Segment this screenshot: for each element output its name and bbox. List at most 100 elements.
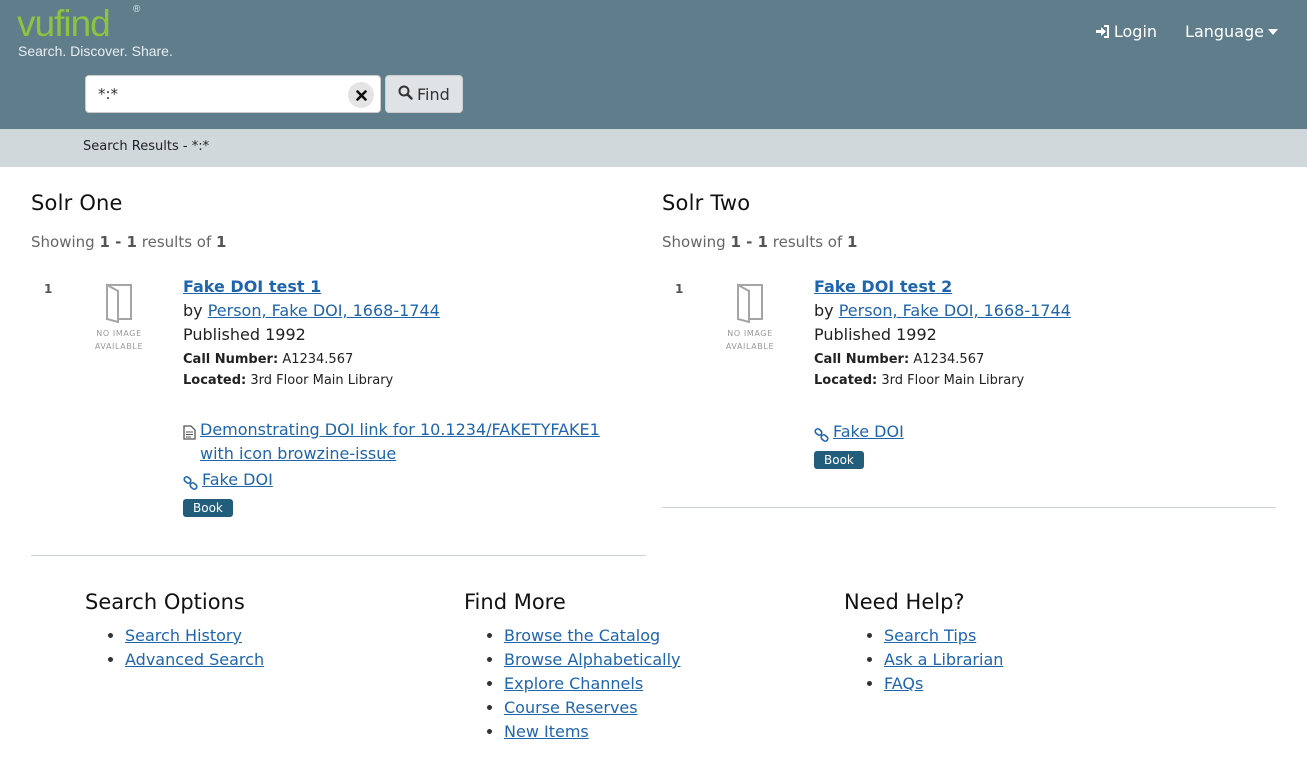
advanced-search-link[interactable]: Advanced Search	[125, 650, 264, 669]
located-value: 3rd Floor Main Library	[250, 373, 394, 388]
explore-channels-link[interactable]: Explore Channels	[504, 674, 643, 693]
top-navigation: Login Language	[1095, 22, 1278, 41]
results-count: Showing 1 - 1 results of 1	[662, 233, 1276, 251]
footer-find-more: Find More Browse the Catalog Browse Alph…	[464, 590, 681, 744]
find-button[interactable]: Find	[385, 75, 463, 113]
by-label: by	[814, 301, 834, 320]
no-image-text: NO IMAGE AVAILABLE	[89, 327, 149, 353]
record-location: Located: 3rd Floor Main Library	[814, 370, 1276, 391]
by-label: by	[183, 301, 203, 320]
no-image-line-2: AVAILABLE	[94, 342, 144, 351]
record-number: 1	[44, 282, 53, 296]
doi-link-row: Fake DOI	[183, 468, 646, 497]
clear-search-button[interactable]	[348, 82, 374, 108]
results-total: 1	[216, 233, 227, 251]
language-dropdown[interactable]: Language	[1185, 22, 1278, 41]
result-record: 1 NO IMAGE AVAILABLE Fake DOI test 1 by …	[31, 275, 646, 517]
no-image-line-1: NO IMAGE	[96, 329, 142, 338]
call-number-value: A1234.567	[282, 352, 354, 367]
language-label: Language	[1185, 22, 1264, 41]
breadcrumb: Search Results - *:*	[0, 129, 1307, 167]
results-column-solr-two: Solr Two Showing 1 - 1 results of 1 1 NO…	[662, 167, 1276, 469]
record-title-link[interactable]: Fake DOI test 1	[183, 275, 321, 299]
results-column-solr-one: Solr One Showing 1 - 1 results of 1 1 NO…	[31, 167, 646, 517]
no-image-icon	[104, 283, 134, 327]
results-range: 1 - 1	[99, 233, 137, 251]
search-bar: Find	[85, 75, 463, 113]
vufind-logo[interactable]: vufind ® Search. Discover. Share.	[17, 3, 173, 60]
format-badge: Book	[183, 499, 233, 517]
search-icon	[398, 85, 413, 104]
browzine-issue-link[interactable]: Demonstrating DOI link for 10.1234/FAKET…	[200, 418, 623, 466]
course-reserves-link[interactable]: Course Reserves	[504, 698, 638, 717]
results-of-text: results of	[772, 233, 843, 251]
no-image-line-2: AVAILABLE	[725, 342, 775, 351]
record-published: Published 1992	[183, 325, 306, 344]
cover-thumbnail[interactable]: NO IMAGE AVAILABLE	[89, 283, 149, 353]
no-image-line-1: NO IMAGE	[727, 329, 773, 338]
logo-slogan: Search. Discover. Share.	[18, 43, 173, 59]
doi-link[interactable]: Fake DOI	[833, 420, 904, 444]
record-author: by Person, Fake DOI, 1668-1744	[183, 299, 646, 323]
doi-link-row: Fake DOI	[814, 420, 1276, 449]
new-items-link[interactable]: New Items	[504, 722, 589, 741]
browse-alphabetically-link[interactable]: Browse Alphabetically	[504, 650, 681, 669]
link-icon	[814, 425, 829, 449]
footer-heading: Search Options	[85, 590, 245, 614]
footer-heading: Need Help?	[844, 590, 965, 614]
results-columns: Solr One Showing 1 - 1 results of 1 1 NO…	[0, 167, 1307, 567]
extra-link-row: Demonstrating DOI link for 10.1234/FAKET…	[183, 418, 623, 466]
record-call-number: Call Number: A1234.567	[183, 349, 646, 370]
login-label: Login	[1113, 22, 1158, 41]
no-image-icon	[735, 283, 765, 327]
column-heading: Solr One	[31, 191, 123, 215]
result-record: 1 NO IMAGE AVAILABLE Fake DOI test 2 by …	[662, 275, 1276, 469]
record-number: 1	[675, 282, 684, 296]
search-tips-link[interactable]: Search Tips	[884, 626, 976, 645]
showing-prefix: Showing	[662, 233, 726, 251]
search-box	[85, 75, 381, 113]
search-history-link[interactable]: Search History	[125, 626, 242, 645]
call-number-label: Call Number:	[183, 352, 279, 367]
author-link[interactable]: Person, Fake DOI, 1668-1744	[208, 301, 440, 320]
doi-link[interactable]: Fake DOI	[202, 468, 273, 492]
located-label: Located:	[814, 373, 878, 388]
results-total: 1	[847, 233, 858, 251]
column-heading: Solr Two	[662, 191, 751, 215]
find-label: Find	[417, 84, 450, 104]
login-link[interactable]: Login	[1095, 22, 1157, 41]
footer-heading: Find More	[464, 590, 566, 614]
site-header: vufind ® Search. Discover. Share. Login …	[0, 0, 1307, 129]
located-value: 3rd Floor Main Library	[881, 373, 1025, 388]
close-icon	[355, 86, 367, 105]
record-call-number: Call Number: A1234.567	[814, 349, 1276, 370]
results-count: Showing 1 - 1 results of 1	[31, 233, 646, 251]
divider-solr-one	[31, 555, 646, 556]
logo-brand-text: vufind	[17, 3, 111, 44]
record-location: Located: 3rd Floor Main Library	[183, 370, 646, 391]
located-label: Located:	[183, 373, 247, 388]
file-text-icon	[183, 423, 196, 447]
link-icon	[183, 473, 198, 497]
record-published: Published 1992	[814, 325, 937, 344]
author-link[interactable]: Person, Fake DOI, 1668-1744	[839, 301, 1071, 320]
record-title-link[interactable]: Fake DOI test 2	[814, 275, 952, 299]
call-number-label: Call Number:	[814, 352, 910, 367]
footer-need-help: Need Help? Search Tips Ask a Librarian F…	[844, 590, 1003, 696]
browse-catalog-link[interactable]: Browse the Catalog	[504, 626, 660, 645]
call-number-value: A1234.567	[913, 352, 985, 367]
cover-thumbnail[interactable]: NO IMAGE AVAILABLE	[720, 283, 780, 353]
divider-solr-two	[662, 507, 1276, 508]
registered-mark: ®	[133, 4, 141, 15]
sign-in-icon	[1095, 25, 1110, 38]
caret-down-icon	[1268, 28, 1278, 35]
results-range: 1 - 1	[730, 233, 768, 251]
record-author: by Person, Fake DOI, 1668-1744	[814, 299, 1276, 323]
faqs-link[interactable]: FAQs	[884, 674, 923, 693]
no-image-text: NO IMAGE AVAILABLE	[720, 327, 780, 353]
ask-librarian-link[interactable]: Ask a Librarian	[884, 650, 1003, 669]
results-of-text: results of	[141, 233, 212, 251]
showing-prefix: Showing	[31, 233, 95, 251]
search-input[interactable]	[86, 76, 336, 112]
format-badge: Book	[814, 451, 864, 469]
